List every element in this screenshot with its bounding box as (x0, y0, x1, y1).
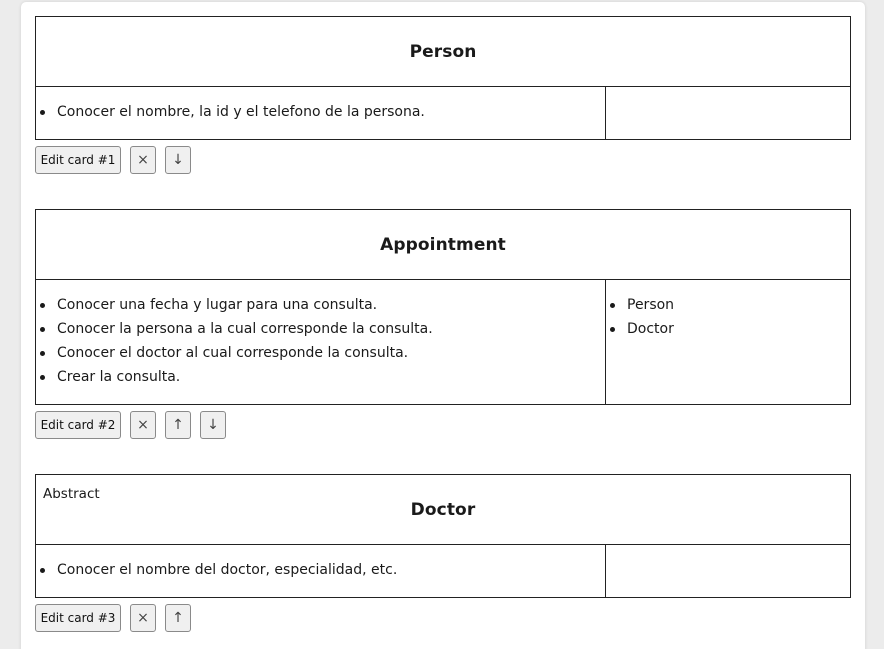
close-icon: × (137, 417, 149, 433)
crc-card-appointment: Appointment Conocer una fecha y lugar pa… (35, 209, 851, 405)
arrow-up-icon: ↑ (172, 610, 184, 626)
move-up-button[interactable]: ↑ (165, 411, 191, 439)
edit-card-button[interactable]: Edit card #3 (35, 604, 121, 632)
crc-card-doctor: Abstract Doctor Conocer el nombre del do… (35, 474, 851, 598)
move-down-button[interactable]: ↓ (200, 411, 226, 439)
close-icon: × (137, 152, 149, 168)
card-title: Doctor (410, 500, 476, 520)
collaborators-column (606, 545, 850, 597)
arrow-up-icon: ↑ (172, 417, 184, 433)
collaborators-column: Person Doctor (606, 280, 850, 404)
card-header: Abstract Doctor (36, 475, 850, 545)
card-controls: Edit card #1 × ↓ (35, 146, 191, 174)
responsibility-item: Conocer el doctor al cual corresponde la… (36, 341, 605, 365)
responsibility-item: Conocer el nombre del doctor, especialid… (36, 558, 605, 582)
collaborator-item: Doctor (606, 317, 850, 341)
delete-card-button[interactable]: × (130, 146, 156, 174)
responsibility-item: Crear la consulta. (36, 365, 605, 389)
collaborator-item: Person (606, 293, 850, 317)
responsibility-item: Conocer una fecha y lugar para una consu… (36, 293, 605, 317)
delete-card-button[interactable]: × (130, 604, 156, 632)
delete-card-button[interactable]: × (130, 411, 156, 439)
card-header: Person (36, 17, 850, 87)
card-header: Appointment (36, 210, 850, 280)
edit-card-button[interactable]: Edit card #2 (35, 411, 121, 439)
edit-card-button[interactable]: Edit card #1 (35, 146, 121, 174)
arrow-down-icon: ↓ (172, 152, 184, 168)
abstract-tag: Abstract (43, 486, 100, 502)
responsibilities-column: Conocer el nombre, la id y el telefono d… (36, 87, 606, 139)
responsibility-item: Conocer la persona a la cual corresponde… (36, 317, 605, 341)
move-down-button[interactable]: ↓ (165, 146, 191, 174)
responsibilities-column: Conocer el nombre del doctor, especialid… (36, 545, 606, 597)
card-title: Appointment (380, 234, 506, 255)
collaborators-column (606, 87, 850, 139)
card-title: Person (409, 41, 477, 62)
close-icon: × (137, 610, 149, 626)
card-controls: Edit card #3 × ↑ (35, 604, 191, 632)
responsibilities-column: Conocer una fecha y lugar para una consu… (36, 280, 606, 404)
move-up-button[interactable]: ↑ (165, 604, 191, 632)
crc-card-person: Person Conocer el nombre, la id y el tel… (35, 16, 851, 140)
card-controls: Edit card #2 × ↑ ↓ (35, 411, 226, 439)
responsibility-item: Conocer el nombre, la id y el telefono d… (36, 100, 605, 124)
arrow-down-icon: ↓ (207, 417, 219, 433)
